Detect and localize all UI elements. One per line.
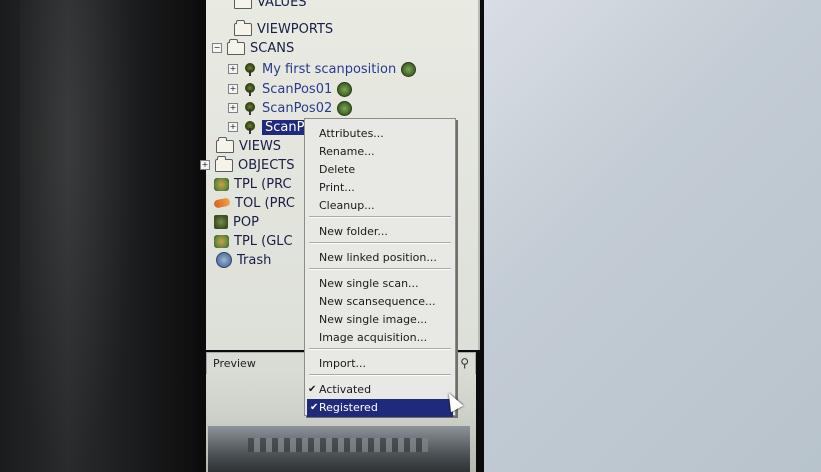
preview-title: Preview xyxy=(213,357,256,370)
tree-item-trash[interactable]: Trash xyxy=(216,250,271,270)
menu-separator xyxy=(309,374,451,376)
tree-item-viewports[interactable]: VIEWPORTS xyxy=(234,19,333,39)
tree-item-label: VALUES xyxy=(257,0,307,10)
folder-icon xyxy=(215,155,233,172)
pin-icon[interactable]: ⚲ xyxy=(460,356,469,370)
menu-separator xyxy=(309,242,451,244)
tree-item-label: ScanPos02 xyxy=(262,100,333,116)
folder-icon xyxy=(216,136,234,153)
tree-item-tpl-glc[interactable]: TPL (GLC xyxy=(214,231,293,251)
registered-icon xyxy=(401,61,417,77)
scanner-icon xyxy=(243,101,257,115)
menu-item-new-scansequence[interactable]: New scansequence... xyxy=(305,293,455,311)
tree-item-label: ScanPos01 xyxy=(262,81,333,97)
tree-item-label: POP xyxy=(233,214,259,230)
menu-item-attributes[interactable]: Attributes... xyxy=(305,125,455,143)
tpl-icon xyxy=(214,234,229,248)
menu-item-rename[interactable]: Rename... xyxy=(305,143,455,161)
tree-item-label: OBJECTS xyxy=(238,157,295,173)
tree-item-scans[interactable]: − SCANS xyxy=(212,38,294,58)
context-menu: Attributes... Rename... Delete Print... … xyxy=(304,118,456,417)
menu-separator xyxy=(309,348,451,350)
menu-item-new-single-image[interactable]: New single image... xyxy=(305,311,455,329)
menu-item-registered[interactable]: ✔ Registered xyxy=(307,399,453,417)
tree-item-scanpos01[interactable]: + ScanPos01 xyxy=(228,79,353,99)
expand-toggle[interactable]: + xyxy=(228,122,238,132)
menu-item-print[interactable]: Print... xyxy=(305,179,455,197)
menu-separator xyxy=(309,216,451,218)
registered-icon xyxy=(337,100,353,116)
pop-icon xyxy=(214,215,228,229)
menu-item-new-single-scan[interactable]: New single scan... xyxy=(305,275,455,293)
tree-item-objects[interactable]: + OBJECTS xyxy=(200,155,294,175)
tree-item-label: TOL (PRC xyxy=(235,195,295,211)
tree-item-my-first-scanposition[interactable]: + My first scanposition xyxy=(228,59,417,79)
tree-item-label: SCANS xyxy=(250,40,295,56)
scanner-icon xyxy=(243,82,257,96)
tree-item-label: TPL (GLC xyxy=(234,233,293,249)
tree-item-label: VIEWS xyxy=(239,138,282,154)
registered-icon xyxy=(337,81,353,97)
tree-item-label: TPL (PRC xyxy=(234,176,292,192)
desktop-background xyxy=(484,0,821,472)
checkmark-icon: ✔ xyxy=(310,402,319,413)
expand-toggle[interactable]: + xyxy=(228,103,238,113)
folder-icon xyxy=(234,0,252,9)
screen: VALUES VIEWPORTS − SCANS + My first scan… xyxy=(196,0,821,472)
scanner-icon xyxy=(243,62,257,76)
tree-item-label: VIEWPORTS xyxy=(257,21,334,37)
menu-item-image-acquisition[interactable]: Image acquisition... xyxy=(305,329,455,347)
tree-item-views[interactable]: VIEWS xyxy=(216,136,281,156)
checkmark-icon: ✔ xyxy=(308,384,317,395)
tree-item-scanpos02[interactable]: + ScanPos02 xyxy=(228,98,353,118)
folder-icon xyxy=(234,19,252,36)
expand-toggle[interactable]: + xyxy=(228,64,238,74)
preview-image xyxy=(208,426,470,472)
menu-item-import[interactable]: Import... xyxy=(305,355,455,373)
monitor-bezel xyxy=(0,0,196,472)
expand-toggle[interactable]: + xyxy=(200,160,210,170)
menu-item-new-linked-position[interactable]: New linked position... xyxy=(305,249,455,267)
collapse-toggle[interactable]: − xyxy=(212,43,222,53)
tree-item-label: Trash xyxy=(237,252,272,268)
expand-toggle[interactable]: + xyxy=(228,84,238,94)
menu-item-activated[interactable]: ✔ Activated xyxy=(305,381,455,399)
tpl-icon xyxy=(214,177,229,191)
menu-item-cleanup[interactable]: Cleanup... xyxy=(305,197,455,215)
scanner-icon xyxy=(243,120,257,134)
menu-item-label: Registered xyxy=(319,401,378,414)
menu-item-new-folder[interactable]: New folder... xyxy=(305,223,455,241)
menu-item-delete[interactable]: Delete xyxy=(305,161,455,179)
folder-icon xyxy=(227,38,245,55)
tree-item-pop[interactable]: POP xyxy=(214,212,259,232)
tree-item-values[interactable]: VALUES xyxy=(234,0,307,12)
tree-item-label: My first scanposition xyxy=(262,61,397,77)
menu-item-label: Activated xyxy=(319,383,372,396)
menu-separator xyxy=(309,268,451,270)
tol-icon xyxy=(213,197,231,209)
tree-item-tpl-prc[interactable]: TPL (PRC xyxy=(214,174,292,194)
tree-item-tol-prc[interactable]: TOL (PRC xyxy=(213,193,295,213)
trash-icon xyxy=(216,252,232,268)
